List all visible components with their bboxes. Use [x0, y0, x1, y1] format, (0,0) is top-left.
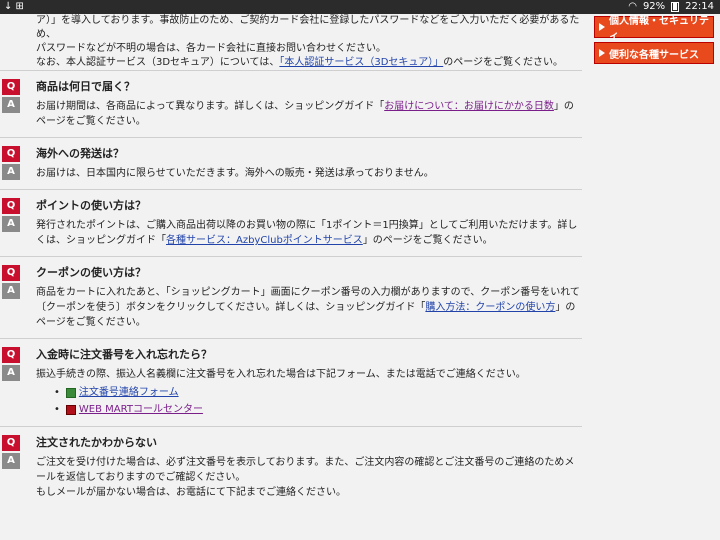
question-badge: Q [2, 435, 20, 451]
answer-text: お届けは、日本国内に限らせていただきます。海外への販売・発送は承っておりません。 [36, 168, 434, 179]
notification-icons: ↓ ⊞ [4, 1, 24, 12]
play-arrow-icon [599, 49, 605, 57]
battery-percent: 92% [642, 1, 666, 12]
intro-line-1: ア）」を導入しております。事故防止のため、ご契約カード会社に登録したパスワードな… [36, 15, 580, 40]
page: ア）」を導入しております。事故防止のため、ご契約カード会社に登録したパスワードな… [0, 14, 720, 540]
answer-text: 振込手続きの際、振込人名義欄に注文番号を入れ忘れた場合は下記フォーム、または電話… [36, 363, 582, 418]
intro-text: ア）」を導入しております。事故防止のため、ご契約カード会社に登録したパスワードな… [0, 14, 582, 70]
question-text: 注文されたかわからない [36, 436, 157, 449]
list-item: WEB MARTコールセンター [54, 401, 582, 418]
answer-badge: A [2, 283, 20, 299]
call-center-link[interactable]: WEB MARTコールセンター [79, 401, 203, 418]
sidebar-item-services[interactable]: 便利な各種サービス [594, 42, 714, 64]
points-service-link[interactable]: 各種サービス：AzbyClubポイントサービス [166, 235, 363, 246]
battery-icon [671, 1, 680, 12]
faq-item: Q 入金時に注文番号を入れ忘れたら？ A 振込手続きの際、振込人名義欄に注文番号を… [0, 338, 582, 426]
coupon-usage-link[interactable]: 購入方法：クーポンの使い方 [425, 302, 555, 313]
question-text: 商品は何日で届く？ [36, 80, 135, 93]
faq-item: Q 注文されたかわからない A ご注文を受け付けた場合は、必ず注文番号を表示してお… [0, 426, 582, 508]
intro-line-2: パスワードなどが不明の場合は、各カード会社に直接お問い合わせください。 [36, 43, 386, 54]
phone-icon [65, 404, 76, 415]
faq-item: Q ポイントの使い方は？ A 発行されたポイントは、ご購入商品出荷以降のお買い物の際… [0, 189, 582, 256]
answer-badge: A [2, 216, 20, 232]
answer-badge: A [2, 97, 20, 113]
faq-item: Q 商品は何日で届く？ A お届け期間は、各商品によって異なります。詳しくは、ショッ… [0, 70, 582, 137]
play-arrow-icon [599, 23, 605, 31]
list-item: 注文番号連絡フォーム [54, 384, 582, 401]
delivery-days-link[interactable]: お届けについて：お届けにかかる日数 [384, 101, 554, 112]
3d-secure-link[interactable]: 「本人認証サービス（3Dセキュア）」 [279, 57, 443, 68]
question-badge: Q [2, 198, 20, 214]
question-badge: Q [2, 347, 20, 363]
faq-content: ア）」を導入しております。事故防止のため、ご契約カード会社に登録したパスワードな… [0, 14, 582, 508]
faq-item: Q 海外への発送は？ A お届けは、日本国内に限らせていただきます。海外への販売・発… [0, 137, 582, 189]
sidebar-item-privacy-security[interactable]: 個人情報・セキュリティ [594, 16, 714, 42]
intro-line-3: なお、本人認証サービス（3Dセキュア）については、「本人認証サービス（3Dセキュ… [36, 57, 564, 68]
sidebar: 個人情報・セキュリティ 便利な各種サービス [592, 14, 720, 68]
faq-item: Q クーポンの使い方は？ A 商品をカートに入れたあと、「ショッピングカート」画面に… [0, 256, 582, 338]
answer-badge: A [2, 365, 20, 381]
clock: 22:14 [685, 1, 714, 12]
question-text: ポイントの使い方は？ [36, 199, 146, 212]
answer-text: ご注文を受け付けた場合は、必ず注文番号を表示しております。また、ご注文内容の確認… [36, 457, 575, 498]
answer-text: 発行されたポイントは、ご購入商品出荷以降のお買い物の際に「1ポイント＝1円換算」… [36, 220, 578, 246]
question-text: クーポンの使い方は？ [36, 266, 146, 279]
wifi-icon: ◠ [628, 1, 637, 12]
answer-text: お届け期間は、各商品によって異なります。詳しくは、ショッピングガイド「お届けにつ… [36, 101, 574, 127]
order-number-form-link[interactable]: 注文番号連絡フォーム [79, 384, 179, 401]
answer-badge: A [2, 453, 20, 469]
answer-badge: A [2, 164, 20, 180]
form-icon [65, 387, 76, 398]
question-badge: Q [2, 146, 20, 162]
question-badge: Q [2, 79, 20, 95]
contact-links: 注文番号連絡フォーム WEB MARTコールセンター [36, 384, 582, 418]
question-text: 入金時に注文番号を入れ忘れたら？ [36, 348, 212, 361]
answer-text: 商品をカートに入れたあと、「ショッピングカート」画面にクーポン番号の入力欄があり… [36, 287, 580, 328]
question-badge: Q [2, 265, 20, 281]
question-text: 海外への発送は？ [36, 147, 124, 160]
